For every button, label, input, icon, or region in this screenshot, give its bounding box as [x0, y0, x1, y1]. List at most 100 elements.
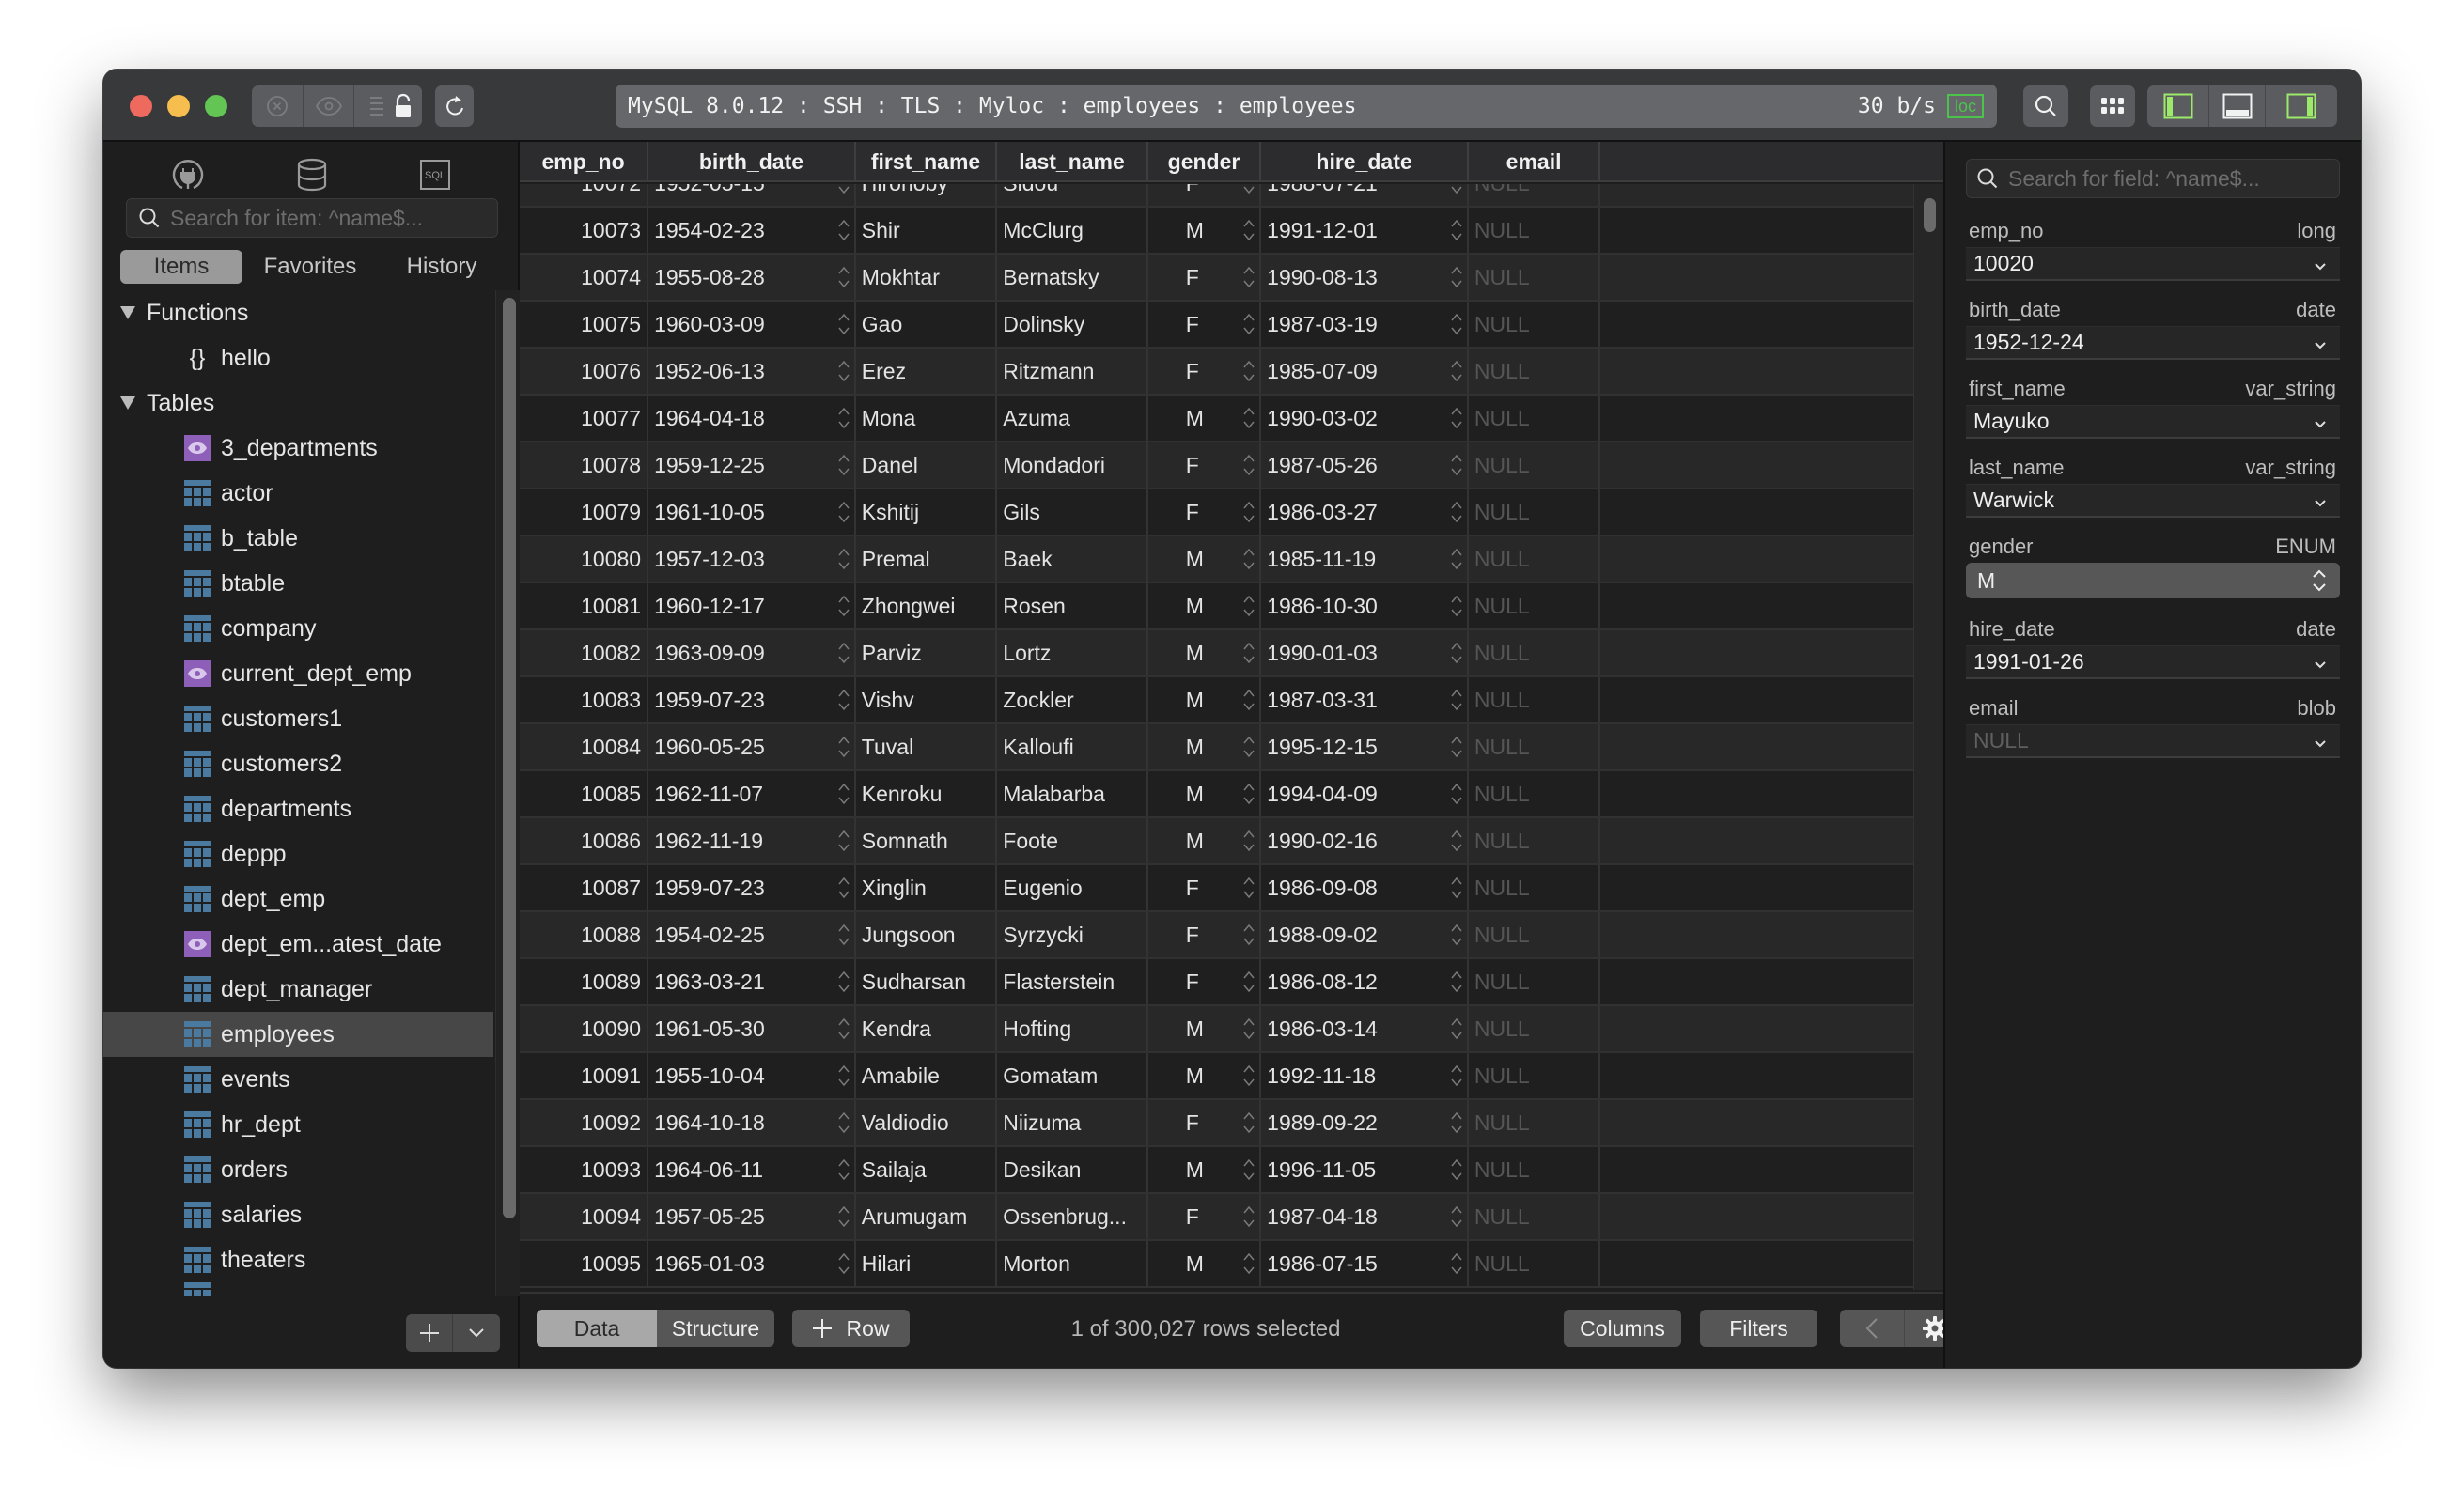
- cell-emp-no[interactable]: 10080: [520, 536, 649, 582]
- field-value-input[interactable]: Warwick: [1966, 484, 2340, 518]
- sidebar-item-3-departments[interactable]: 3_departments: [103, 426, 493, 471]
- cell-stepper-icon[interactable]: [837, 969, 850, 995]
- cell-emp-no[interactable]: 10085: [520, 771, 649, 816]
- cell-stepper-icon[interactable]: [837, 640, 850, 666]
- cell-last-name[interactable]: Lortz: [997, 630, 1148, 675]
- cell-email[interactable]: NULL: [1469, 677, 1601, 722]
- cell-email[interactable]: NULL: [1469, 818, 1601, 863]
- cell-first-name[interactable]: Arumugam: [856, 1194, 998, 1239]
- cell-gender[interactable]: M: [1148, 1241, 1262, 1286]
- table-row[interactable]: 10085 1962-11-07 Kenroku Malabarba M 1994-04-…: [520, 771, 1913, 818]
- cell-first-name[interactable]: Vishv: [856, 677, 998, 722]
- sidebar-item-partial[interactable]: [103, 1282, 493, 1296]
- cell-first-name[interactable]: Sudharsan: [856, 959, 998, 1004]
- cell-email[interactable]: NULL: [1469, 1100, 1601, 1145]
- cell-hire-date[interactable]: 1986-03-14: [1261, 1006, 1469, 1051]
- table-row[interactable]: 10080 1957-12-03 Premal Baek M 1985-11-19 NULL: [520, 536, 1913, 583]
- structure-tab-button[interactable]: Structure: [657, 1310, 774, 1347]
- cell-last-name[interactable]: Gomatam: [997, 1053, 1148, 1098]
- cell-birth-date[interactable]: 1962-11-19: [648, 818, 856, 863]
- cell-email[interactable]: NULL: [1469, 302, 1601, 347]
- cell-birth-date[interactable]: 1960-05-25: [648, 724, 856, 769]
- sidebar-item-dept-emp[interactable]: dept_emp: [103, 877, 493, 922]
- cell-stepper-icon[interactable]: [1242, 499, 1255, 525]
- sidebar-item-employees[interactable]: employees: [103, 1012, 493, 1057]
- cell-stepper-icon[interactable]: [1242, 1203, 1255, 1230]
- cell-stepper-icon[interactable]: [1242, 1063, 1255, 1089]
- cell-gender[interactable]: M: [1148, 583, 1262, 628]
- search-button[interactable]: [2023, 85, 2068, 127]
- table-row[interactable]: 10075 1960-03-09 Gao Dolinsky F 1987-03-19 NUL…: [520, 302, 1913, 349]
- tab-items[interactable]: Items: [120, 250, 242, 284]
- previous-page-button[interactable]: [1840, 1310, 1905, 1347]
- column-header-birth-date[interactable]: birth_date: [648, 142, 856, 182]
- cell-emp-no[interactable]: 10075: [520, 302, 649, 347]
- cell-emp-no[interactable]: 10089: [520, 959, 649, 1004]
- table-row[interactable]: 10084 1960-05-25 Tuval Kalloufi M 1995-12-15 N…: [520, 724, 1913, 771]
- field-search-input[interactable]: [2008, 165, 2328, 192]
- window-maximize-button[interactable]: [205, 95, 227, 117]
- cell-stepper-icon[interactable]: [837, 311, 850, 337]
- cell-stepper-icon[interactable]: [1242, 217, 1255, 243]
- cell-emp-no[interactable]: 10079: [520, 489, 649, 535]
- cell-stepper-icon[interactable]: [837, 1063, 850, 1089]
- cell-emp-no[interactable]: 10074: [520, 255, 649, 300]
- updown-chevron-icon[interactable]: [2312, 568, 2327, 593]
- cell-stepper-icon[interactable]: [1242, 184, 1255, 196]
- cell-email[interactable]: NULL: [1469, 349, 1601, 394]
- chevron-down-icon[interactable]: [2314, 411, 2327, 432]
- cell-emp-no[interactable]: 10093: [520, 1147, 649, 1192]
- cell-gender[interactable]: M: [1148, 1053, 1262, 1098]
- cell-email[interactable]: NULL: [1469, 1241, 1601, 1286]
- add-row-button[interactable]: Row: [792, 1310, 910, 1347]
- reload-button[interactable]: [435, 85, 474, 127]
- cell-last-name[interactable]: Bernatsky: [997, 255, 1148, 300]
- cell-stepper-icon[interactable]: [837, 922, 850, 948]
- table-row[interactable]: 10089 1963-03-21 Sudharsan Flasterstein F 198…: [520, 959, 1913, 1006]
- cell-stepper-icon[interactable]: [1450, 264, 1463, 290]
- field-value-input[interactable]: 1952-12-24: [1966, 326, 2340, 360]
- cell-emp-no[interactable]: 10078: [520, 442, 649, 488]
- cell-gender[interactable]: F: [1148, 255, 1262, 300]
- cell-gender[interactable]: M: [1148, 724, 1262, 769]
- cell-emp-no[interactable]: 10076: [520, 349, 649, 394]
- cell-email[interactable]: NULL: [1469, 255, 1601, 300]
- cell-first-name[interactable]: Hilari: [856, 1241, 998, 1286]
- cell-stepper-icon[interactable]: [1242, 781, 1255, 807]
- cell-stepper-icon[interactable]: [837, 875, 850, 901]
- cell-email[interactable]: NULL: [1469, 583, 1601, 628]
- cell-emp-no[interactable]: 10095: [520, 1241, 649, 1286]
- sidebar-item-orders[interactable]: orders: [103, 1147, 493, 1192]
- cell-first-name[interactable]: Kshitij: [856, 489, 998, 535]
- cell-birth-date[interactable]: 1964-04-18: [648, 396, 856, 441]
- table-row[interactable]: 10081 1960-12-17 Zhongwei Rosen M 1986-10-30 N…: [520, 583, 1913, 630]
- cell-birth-date[interactable]: 1963-03-21: [648, 959, 856, 1004]
- cell-last-name[interactable]: Desikan: [997, 1147, 1148, 1192]
- cell-first-name[interactable]: Kendra: [856, 1006, 998, 1051]
- cell-hire-date[interactable]: 1986-09-08: [1261, 865, 1469, 910]
- cell-hire-date[interactable]: 1994-04-09: [1261, 771, 1469, 816]
- cell-gender[interactable]: M: [1148, 396, 1262, 441]
- cell-last-name[interactable]: Morton: [997, 1241, 1148, 1286]
- table-row[interactable]: 10095 1965-01-03 Hilari Morton M 1986-07-15 NU…: [520, 1241, 1913, 1288]
- cell-stepper-icon[interactable]: [1450, 452, 1463, 478]
- cell-last-name[interactable]: Gils: [997, 489, 1148, 535]
- table-row[interactable]: 10091 1955-10-04 Amabile Gomatam M 1992-11-18…: [520, 1053, 1913, 1100]
- cell-stepper-icon[interactable]: [1242, 875, 1255, 901]
- cell-stepper-icon[interactable]: [1450, 217, 1463, 243]
- cell-stepper-icon[interactable]: [1242, 1016, 1255, 1042]
- cell-stepper-icon[interactable]: [1450, 828, 1463, 854]
- cell-hire-date[interactable]: 1990-02-16: [1261, 818, 1469, 863]
- cell-gender[interactable]: F: [1148, 184, 1262, 206]
- sidebar-item-b-table[interactable]: b_table: [103, 516, 493, 561]
- cell-stepper-icon[interactable]: [837, 546, 850, 572]
- cell-stepper-icon[interactable]: [837, 734, 850, 760]
- table-row[interactable]: 10077 1964-04-18 Mona Azuma M 1990-03-02 NULL: [520, 396, 1913, 442]
- cell-hire-date[interactable]: 1987-03-31: [1261, 677, 1469, 722]
- cell-stepper-icon[interactable]: [1450, 969, 1463, 995]
- cell-birth-date[interactable]: 1961-05-30: [648, 1006, 856, 1051]
- table-row[interactable]: 10072 1952-05-15 Hironoby Sidou F 1988-07-21 N…: [520, 184, 1913, 208]
- table-row[interactable]: 10074 1955-08-28 Mokhtar Bernatsky F 1990-08-…: [520, 255, 1913, 302]
- cell-email[interactable]: NULL: [1469, 1194, 1601, 1239]
- cell-gender[interactable]: M: [1148, 1147, 1262, 1192]
